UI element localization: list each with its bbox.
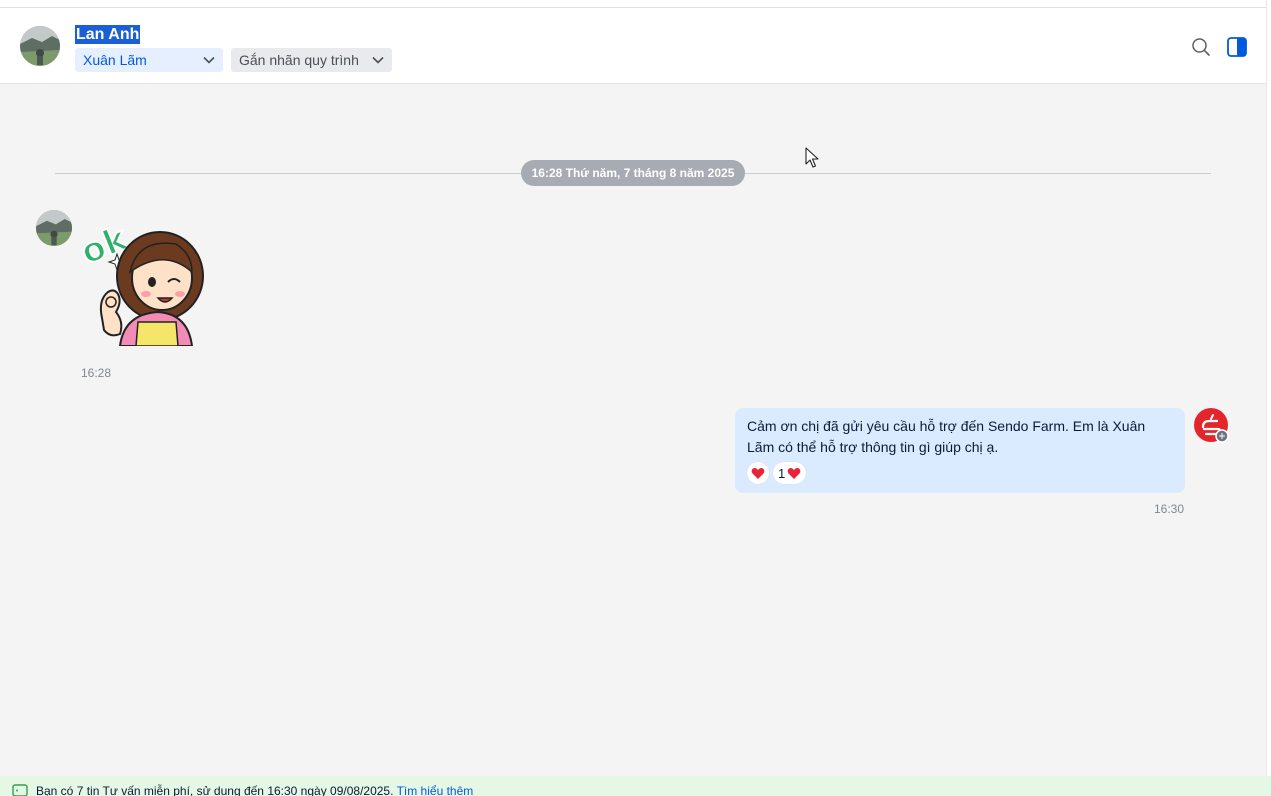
assignee-dropdown[interactable]: Xuân Lãm (75, 48, 223, 72)
free-consult-banner: Bạn có 7 tin Tư vấn miễn phí, sử dụng đế… (0, 776, 1271, 796)
tag-label: Gắn nhãn quy trình (239, 52, 359, 68)
reaction-count-badge[interactable]: 1 (773, 462, 807, 484)
reaction-count: 1 (778, 465, 786, 481)
mouse-cursor-icon (805, 147, 819, 168)
heart-icon (787, 467, 801, 479)
reaction-bar: 1 (747, 462, 807, 484)
heart-icon (751, 467, 765, 479)
message-text: Cảm ơn chị đã gửi yêu cầu hỗ trợ đến Sen… (747, 418, 1146, 455)
search-icon[interactable] (1190, 36, 1212, 58)
banner-text: Bạn có 7 tin Tư vấn miễn phí, sử dụng đế… (36, 776, 473, 796)
ok-girl-sticker[interactable]: ok (80, 214, 210, 346)
chat-header: Lan Anh Xuân Lãm Gắn nhãn quy trình (0, 8, 1266, 84)
contact-avatar-small[interactable] (36, 210, 72, 246)
sidebar-toggle-icon[interactable] (1226, 36, 1248, 58)
assignee-label: Xuân Lãm (83, 52, 147, 68)
outgoing-message-bubble[interactable]: Cảm ơn chị đã gửi yêu cầu hỗ trợ đến Sen… (735, 408, 1185, 493)
tag-dropdown[interactable]: Gắn nhãn quy trình (231, 48, 392, 72)
contact-avatar[interactable] (20, 26, 60, 66)
chevron-down-icon (203, 56, 215, 64)
contact-name[interactable]: Lan Anh (75, 25, 141, 44)
message-time: 16:28 (81, 366, 112, 380)
message-icon (12, 784, 28, 796)
learn-more-link[interactable]: Tìm hiểu thêm (397, 784, 474, 796)
chevron-down-icon (372, 56, 384, 64)
date-separator: 16:28 Thứ năm, 7 tháng 8 năm 2025 (521, 160, 745, 186)
message-time: 16:30 (1154, 502, 1185, 516)
shop-avatar[interactable] (1194, 408, 1230, 444)
panel-border (1266, 0, 1267, 796)
banner-notice: Bạn có 7 tin Tư vấn miễn phí, sử dụng đế… (36, 784, 394, 796)
chat-area: 16:28 Thứ năm, 7 tháng 8 năm 2025 ok 16:… (0, 84, 1266, 776)
add-reaction-button[interactable] (747, 462, 769, 484)
